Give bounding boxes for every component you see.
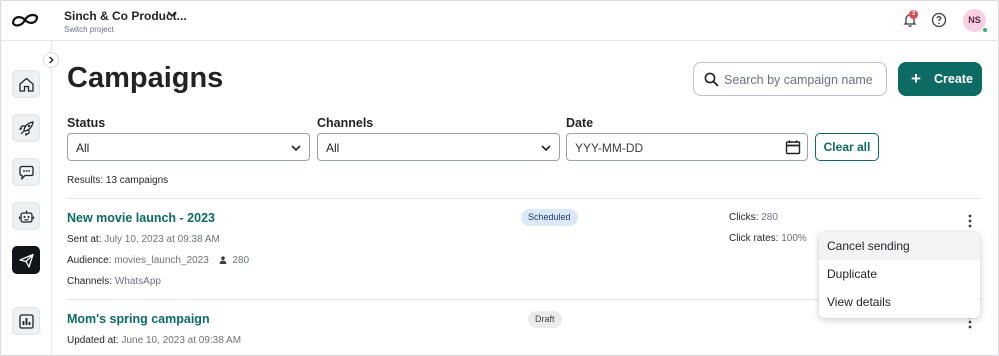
chevron-down-icon (541, 145, 551, 152)
sidebar-expand-icon[interactable] (43, 52, 59, 68)
results-count: Results: 13 campaigns (67, 175, 169, 186)
channels-select-value: All (326, 141, 340, 155)
status-select-value: All (76, 141, 90, 155)
channels-value: WhatsApp (114, 276, 161, 287)
send-icon (19, 253, 34, 268)
home-icon (19, 77, 34, 92)
search-icon (704, 72, 719, 87)
help-icon[interactable] (931, 12, 947, 28)
sidebar-item-home[interactable] (12, 70, 40, 98)
audience-label: Audience: (67, 255, 112, 266)
calendar-icon[interactable] (785, 139, 801, 155)
campaign-actions-menu: Cancel sending Duplicate View details (819, 232, 980, 318)
sidebar (0, 41, 52, 356)
date-input[interactable]: YYY-MM-DD (566, 133, 808, 161)
bot-icon (18, 210, 35, 223)
channels-filter-label: Channels (317, 116, 374, 130)
updated-at-label: Updated at: (67, 335, 119, 346)
campaign-title-link[interactable]: Mom's spring campaign (67, 312, 210, 326)
date-filter-label: Date (566, 116, 594, 130)
campaign-click-rate: Click rates: 100% (729, 233, 807, 244)
channels-label: Channels: (67, 276, 113, 287)
clicks-value: 280 (761, 212, 778, 223)
sinch-logo-icon[interactable] (10, 11, 40, 29)
page-title: Campaigns (67, 62, 224, 94)
top-bar: Sinch & Co Product... Switch project 3 N… (0, 0, 999, 41)
audience-value: movies_launch_2023 (114, 255, 209, 266)
sidebar-item-campaigns[interactable] (12, 246, 40, 274)
results-divider (67, 198, 982, 199)
status-badge: Draft (528, 311, 562, 328)
more-options-icon[interactable] (964, 214, 976, 228)
chevron-down-icon (291, 145, 301, 152)
notification-badge: 3 (909, 10, 918, 19)
create-button-label: Create (934, 72, 973, 86)
sidebar-item-analytics[interactable] (12, 307, 40, 335)
campaign-updated-at: Updated at: June 10, 2023 at 09:38 AM (67, 335, 241, 346)
channels-select[interactable]: All (317, 133, 560, 161)
date-input-placeholder: YYY-MM-DD (575, 141, 644, 155)
status-select[interactable]: All (67, 133, 310, 161)
click-rate-label: Click rates: (729, 233, 779, 244)
menu-item-duplicate[interactable]: Duplicate (819, 260, 980, 288)
rocket-icon (18, 121, 34, 137)
campaign-title-link[interactable]: New movie launch - 2023 (67, 211, 215, 225)
status-filter-label: Status (67, 116, 106, 130)
campaign-audience: Audience: movies_launch_2023 280 (67, 255, 249, 266)
plus-icon: + (911, 69, 921, 88)
search-box[interactable] (693, 62, 887, 96)
sent-at-label: Sent at: (67, 234, 102, 245)
analytics-icon (19, 314, 34, 329)
campaign-channels: Channels: WhatsApp (67, 276, 161, 287)
create-button[interactable]: + Create (898, 62, 982, 96)
chevron-down-icon[interactable] (166, 8, 178, 20)
campaign-sent-at: Sent at: July 10, 2023 at 09:38 AM (67, 234, 220, 245)
updated-at-value: June 10, 2023 at 09:38 AM (121, 335, 242, 346)
sidebar-item-bots[interactable] (12, 202, 40, 230)
menu-item-view-details[interactable]: View details (819, 288, 980, 316)
switch-project-label: Switch project (64, 25, 114, 34)
sidebar-item-launch[interactable] (12, 114, 40, 142)
sent-at-value: July 10, 2023 at 09:38 AM (104, 234, 220, 245)
person-icon (219, 256, 226, 264)
online-status-indicator (982, 27, 988, 33)
sidebar-item-conversations[interactable] (12, 158, 40, 186)
clear-all-button[interactable]: Clear all (815, 133, 879, 161)
menu-item-cancel-sending[interactable]: Cancel sending (819, 232, 980, 260)
click-rate-value: 100% (781, 233, 807, 244)
chat-icon (19, 165, 34, 181)
campaign-clicks: Clicks: 280 (729, 212, 778, 223)
search-input[interactable] (724, 71, 882, 89)
status-badge: Scheduled (521, 209, 578, 226)
audience-count: 280 (232, 255, 250, 266)
clicks-label: Clicks: (729, 212, 759, 223)
